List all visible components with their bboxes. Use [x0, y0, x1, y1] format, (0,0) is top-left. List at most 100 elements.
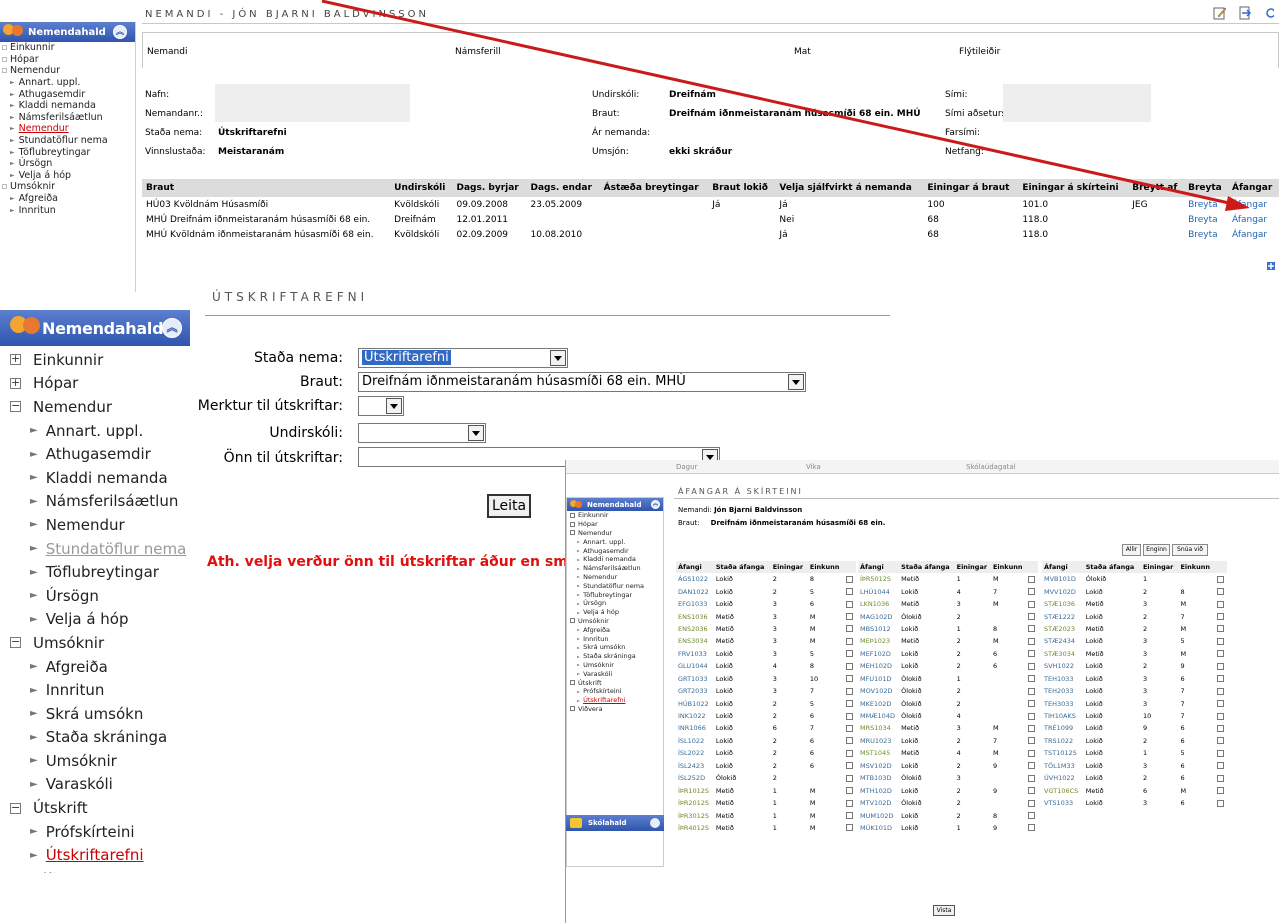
search-button[interactable]: Leita — [487, 494, 531, 518]
sidebar-item[interactable]: ► Stundatöflur nema — [0, 135, 135, 147]
sidebar-item[interactable]: ► Nemendur — [0, 513, 190, 537]
collapse-icon[interactable]: − — [570, 530, 575, 536]
sidebar-item[interactable]: ► Innritun — [0, 678, 190, 702]
sidebar-item[interactable]: ► Afgreiða — [0, 655, 190, 679]
sidebar-item[interactable]: ► Skrá umsókn — [0, 702, 190, 726]
course-checkbox[interactable] — [1028, 588, 1036, 596]
tab-namsferill[interactable]: Námsferill — [455, 47, 501, 57]
sidebar-item[interactable]: ► Kladdi nemanda — [0, 100, 135, 112]
expand-icon[interactable] — [650, 818, 660, 828]
course-checkbox[interactable] — [1216, 613, 1224, 621]
course-checkbox[interactable] — [846, 749, 854, 757]
transfer-icon[interactable] — [1238, 6, 1252, 20]
sidebar-item[interactable]: ► Úrsögn — [567, 599, 663, 608]
course-checkbox[interactable] — [846, 812, 854, 820]
school-sidebar-header[interactable]: Skólahald — [566, 815, 664, 831]
course-checkbox[interactable] — [1028, 650, 1036, 658]
course-checkbox[interactable] — [846, 675, 854, 683]
edit-link[interactable]: Breyta — [1188, 215, 1218, 225]
sidebar-item[interactable]: +Einkunnir — [0, 42, 135, 54]
refresh-icon[interactable] — [1264, 6, 1274, 20]
tab-mat[interactable]: Mat — [794, 47, 811, 57]
sidebar-item[interactable]: +Hópar — [0, 54, 135, 66]
sidebar-item[interactable]: ► Útskriftarefni — [567, 696, 663, 705]
select-all-button[interactable]: Allir — [1122, 544, 1141, 556]
collapse-icon[interactable]: ︽ — [162, 318, 182, 338]
course-checkbox[interactable] — [1216, 662, 1224, 670]
collapse-icon[interactable]: − — [2, 68, 7, 74]
sidebar-item[interactable]: ► Velja á hóp — [0, 608, 190, 632]
sidebar-item[interactable]: −Umsóknir — [0, 631, 190, 655]
course-checkbox[interactable] — [1028, 712, 1036, 720]
sidebar-item[interactable]: ► Annart. uppl. — [567, 537, 663, 546]
course-checkbox[interactable] — [1216, 799, 1224, 807]
course-checkbox[interactable] — [1028, 724, 1036, 732]
sidebar-item[interactable]: ► Stundatöflur nema — [567, 581, 663, 590]
edit-link[interactable]: Breyta — [1188, 230, 1218, 240]
sidebar-item[interactable]: ► Umsóknir — [567, 661, 663, 670]
sidebar-item[interactable]: ► Afgreiða — [0, 193, 135, 205]
expand-icon[interactable]: + — [10, 377, 21, 389]
course-checkbox[interactable] — [1216, 700, 1224, 708]
course-checkbox[interactable] — [1216, 737, 1224, 745]
sidebar-item[interactable]: ► Varaskóli — [567, 669, 663, 678]
collapse-icon[interactable]: ︽ — [113, 25, 127, 39]
sidebar-item[interactable]: ► Stundatöflur nema — [0, 537, 190, 561]
course-checkbox[interactable] — [1216, 575, 1224, 583]
sidebar-item[interactable]: +Einkunnir — [0, 348, 190, 372]
collapse-icon[interactable]: ︽ — [651, 500, 660, 509]
save-button[interactable]: Vista — [933, 905, 955, 916]
status-select[interactable]: Útskriftarefni — [358, 348, 568, 368]
sidebar-item[interactable]: ► Kladdi nemanda — [0, 466, 190, 490]
sidebar-item[interactable]: −Nemendur — [567, 529, 663, 538]
course-checkbox[interactable] — [1028, 662, 1036, 670]
course-checkbox[interactable] — [846, 700, 854, 708]
courses-link[interactable]: Áfangar — [1232, 230, 1267, 240]
course-checkbox[interactable] — [1028, 637, 1036, 645]
chevron-down-icon[interactable] — [550, 350, 566, 366]
course-checkbox[interactable] — [846, 799, 854, 807]
sidebar-item[interactable]: −Útskrift — [567, 678, 663, 687]
course-checkbox[interactable] — [846, 588, 854, 596]
course-checkbox[interactable] — [846, 575, 854, 583]
sidebar-item[interactable]: ► Prófskírteini — [0, 820, 190, 844]
sidebar-item[interactable]: ► Velja á hóp — [0, 170, 135, 182]
course-checkbox[interactable] — [1216, 637, 1224, 645]
collapse-icon[interactable]: − — [2, 184, 7, 190]
course-checkbox[interactable] — [846, 625, 854, 633]
course-checkbox[interactable] — [1028, 625, 1036, 633]
collapse-icon[interactable]: − — [10, 400, 21, 413]
sidebar-item[interactable]: ► Varaskóli — [0, 773, 190, 797]
sidebar-item[interactable]: ► Umsóknir — [0, 749, 190, 773]
sidebar-item[interactable]: ► Velja á hóp — [567, 608, 663, 617]
course-checkbox[interactable] — [1028, 824, 1036, 832]
sidebar-item[interactable]: ► Athugasemdir — [0, 442, 190, 466]
program-select[interactable]: Dreifnám iðnmeistaranám húsasmíði 68 ein… — [358, 372, 806, 392]
sidebar-item[interactable]: ► Námsferilsáætlun — [0, 490, 190, 514]
chevron-down-icon[interactable] — [468, 425, 484, 441]
sidebar-item[interactable]: −Nemendur — [0, 65, 135, 77]
sidebar-item[interactable]: ► Töflubreytingar — [567, 590, 663, 599]
course-checkbox[interactable] — [1216, 588, 1224, 596]
course-checkbox[interactable] — [1216, 762, 1224, 770]
course-checkbox[interactable] — [846, 662, 854, 670]
sidebar-item[interactable]: +Viðvera — [0, 867, 190, 873]
sidebar-item[interactable]: ► Skrá umsókn — [567, 643, 663, 652]
expand-icon[interactable]: + — [570, 521, 575, 527]
sidebar-item[interactable]: ► Annart. uppl. — [0, 77, 135, 89]
course-checkbox[interactable] — [1216, 724, 1224, 732]
add-icon[interactable] — [1266, 261, 1276, 271]
sidebar-item[interactable]: −Nemendur — [0, 395, 190, 419]
select-none-button[interactable]: Enginn — [1143, 544, 1170, 556]
sidebar-item[interactable]: ► Úrsögn — [0, 158, 135, 170]
edit-icon[interactable] — [1213, 6, 1227, 20]
sidebar-item[interactable]: ► Nemendur — [567, 573, 663, 582]
sidebar-item[interactable]: ► Staða skráninga — [567, 652, 663, 661]
expand-icon[interactable]: + — [2, 45, 7, 51]
expand-icon[interactable]: + — [570, 512, 575, 518]
course-checkbox[interactable] — [846, 712, 854, 720]
course-checkbox[interactable] — [846, 762, 854, 770]
sidebar-item[interactable]: ► Úrsögn — [0, 584, 190, 608]
course-checkbox[interactable] — [1028, 774, 1036, 782]
course-checkbox[interactable] — [1028, 812, 1036, 820]
